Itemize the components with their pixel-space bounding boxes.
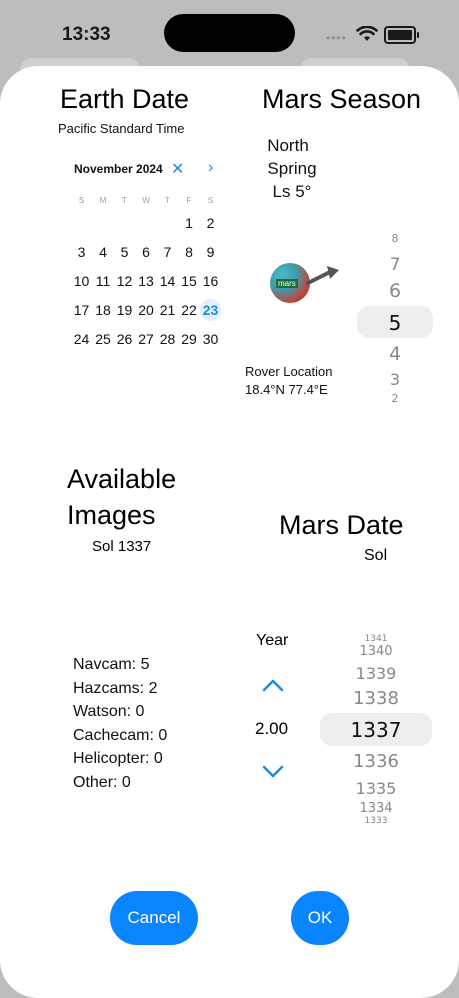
available-images-title-line2: Images (67, 500, 156, 530)
images-sol-label: Sol 1337 (92, 538, 152, 555)
calendar-weekday-label: S (78, 196, 85, 205)
calendar-day[interactable]: 2 (200, 212, 221, 234)
calendar-day[interactable]: 3 (71, 241, 92, 263)
sol-picker-option[interactable]: 1337 (341, 718, 411, 742)
chevron-up-icon[interactable] (262, 678, 284, 692)
sol-picker-option[interactable]: 1336 (341, 751, 411, 772)
sol-picker-option[interactable]: 1334 (341, 801, 411, 816)
calendar-day[interactable]: 8 (179, 241, 200, 263)
calendar-day[interactable]: 29 (179, 328, 200, 350)
year-value: 2.00 (255, 719, 289, 738)
planet-label: mars (276, 279, 298, 288)
season-picker-option[interactable]: 5 (375, 311, 415, 335)
calendar-day[interactable]: 1 (179, 212, 200, 234)
season-picker-option[interactable]: 8 (375, 232, 415, 245)
calendar-day[interactable]: 14 (157, 270, 178, 292)
calendar-day[interactable]: 10 (71, 270, 92, 292)
calendar-day[interactable]: 24 (71, 328, 92, 350)
season-picker-option[interactable]: 2 (375, 392, 415, 405)
calendar-weekday-label: M (99, 196, 107, 205)
sol-picker-option[interactable]: 1339 (341, 664, 411, 683)
available-images-title-line1: Available (67, 464, 177, 494)
calendar-month-toggle-icon[interactable]: ✕ (171, 159, 184, 179)
calendar-day[interactable]: 25 (93, 328, 114, 350)
year-label: Year (256, 632, 289, 649)
dynamic-island (164, 14, 295, 52)
calendar-weekday-label: T (165, 196, 170, 205)
calendar-day[interactable]: 26 (114, 328, 135, 350)
calendar-day[interactable]: 22 (179, 299, 200, 321)
sol-heading: Sol (364, 547, 388, 564)
calendar-day[interactable]: 20 (136, 299, 157, 321)
cancel-button[interactable]: Cancel (110, 891, 198, 945)
calendar-day[interactable]: 19 (114, 299, 135, 321)
calendar-weekday-label: F (186, 196, 192, 205)
calendar-day[interactable]: 6 (136, 241, 157, 263)
sol-picker-option[interactable]: 1340 (341, 644, 411, 659)
sol-picker-option[interactable]: 1335 (341, 779, 411, 798)
chevron-right-icon[interactable]: › (208, 159, 213, 177)
wifi-icon (356, 26, 378, 41)
status-time: 13:33 (62, 24, 111, 45)
calendar-day[interactable]: 17 (71, 299, 92, 321)
date-picker-sheet: Earth Date Pacific Standard Time Novembe… (0, 66, 459, 998)
season-picker-option[interactable]: 4 (375, 343, 415, 365)
image-count-item: Other: 0 (73, 773, 131, 791)
sol-picker-option[interactable]: 1338 (341, 688, 411, 709)
solar-longitude-label: Ls 5° (272, 182, 312, 201)
calendar-day[interactable]: 7 (157, 241, 178, 263)
rover-location-label: Rover Location (245, 364, 333, 379)
calendar-day[interactable]: 12 (114, 270, 135, 292)
calendar-weekday-label: W (142, 196, 150, 205)
calendar-day[interactable]: 21 (157, 299, 178, 321)
calendar-day[interactable]: 23 (200, 299, 221, 321)
direction-arrow-icon (306, 266, 339, 285)
season-picker-option[interactable]: 7 (375, 255, 415, 275)
calendar-day[interactable]: 27 (136, 328, 157, 350)
calendar-day[interactable]: 28 (157, 328, 178, 350)
season-label: Spring (267, 159, 317, 178)
status-bar: 13:33 •••• (0, 0, 459, 66)
calendar-day[interactable]: 11 (93, 270, 114, 292)
image-count-item: Watson: 0 (73, 703, 145, 720)
calendar-weekday-label: S (207, 196, 214, 205)
chevron-down-icon[interactable] (262, 765, 284, 779)
sol-picker-option[interactable]: 1341 (341, 634, 411, 644)
signal-icon: •••• (326, 31, 347, 45)
image-count-item: Navcam: 5 (73, 656, 150, 673)
season-picker-option[interactable]: 3 (375, 370, 415, 389)
calendar-month-label[interactable]: November 2024 (74, 162, 163, 176)
season-picker-option[interactable]: 6 (375, 280, 415, 302)
calendar-day[interactable]: 4 (93, 241, 114, 263)
calendar-day[interactable]: 15 (179, 270, 200, 292)
mars-season-title: Mars Season (262, 84, 422, 114)
ok-button[interactable]: OK (291, 891, 349, 945)
calendar-weekday-label: T (122, 196, 127, 205)
calendar-day[interactable]: 9 (200, 241, 221, 263)
calendar-day[interactable]: 13 (136, 270, 157, 292)
sol-picker-option[interactable]: 1333 (341, 816, 411, 826)
calendar-day[interactable]: 5 (114, 241, 135, 263)
timezone-label: Pacific Standard Time (58, 121, 185, 136)
calendar-day[interactable]: 18 (93, 299, 114, 321)
image-count-item: Cachecam: 0 (73, 726, 168, 744)
image-count-item: Hazcams: 2 (73, 679, 158, 697)
hemisphere-label: North (267, 136, 309, 155)
calendar-day[interactable]: 16 (200, 270, 221, 292)
image-count-item: Helicopter: 0 (73, 750, 163, 767)
mars-date-title: Mars Date (279, 510, 404, 540)
earth-date-title: Earth Date (60, 84, 190, 114)
calendar-day[interactable]: 30 (200, 328, 221, 350)
battery-icon (384, 26, 419, 44)
rover-coordinates: 18.4°N 77.4°E (245, 382, 328, 397)
